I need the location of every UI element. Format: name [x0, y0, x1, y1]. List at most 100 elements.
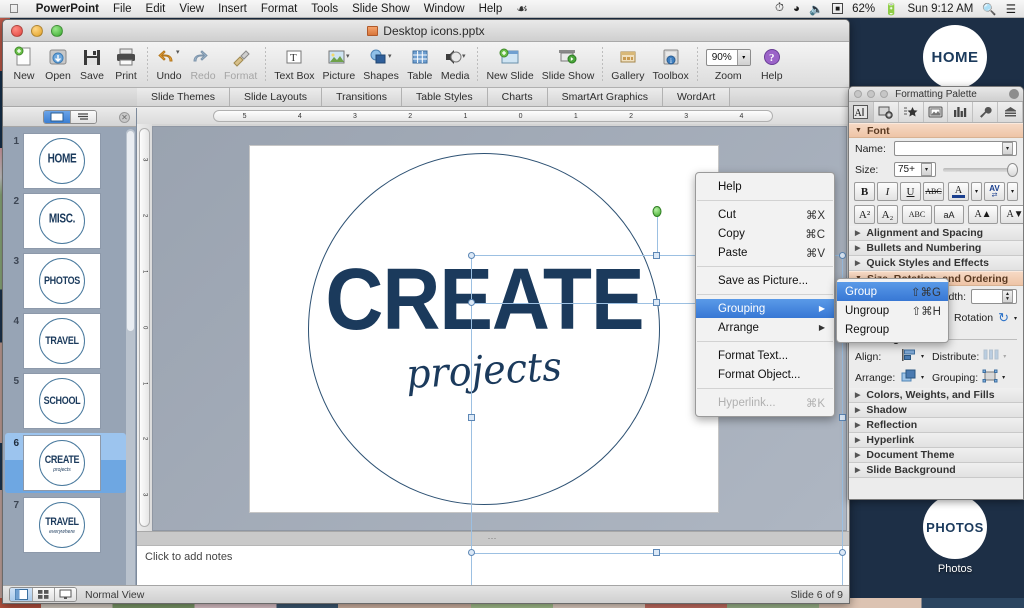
toolbar-new-button[interactable]: New — [7, 45, 41, 82]
font-size-input[interactable]: 75+ ▾ — [894, 162, 936, 177]
context-menu-item-grouping[interactable]: Grouping ▶ — [696, 299, 834, 318]
document-palette-icon[interactable] — [998, 102, 1023, 122]
toolbar-shapes-button[interactable]: ▾ Shapes — [359, 45, 403, 82]
font-name-input[interactable]: ▾ — [894, 141, 1017, 156]
thumbnail-slide[interactable]: TRAVEL — [23, 313, 101, 369]
selection-handle-top-right[interactable] — [839, 252, 846, 259]
thumbnail-row-5[interactable]: 5 SCHOOL — [3, 373, 136, 429]
context-menu-item-format-object[interactable]: Format Object... — [696, 365, 834, 384]
font-size-slider-thumb[interactable] — [1007, 162, 1018, 177]
context-menu-item-help[interactable]: Help — [696, 177, 834, 196]
rotation-dropdown-icon[interactable]: ▾ — [1014, 315, 1017, 322]
context-menu-item-paste[interactable]: Paste ⌘V — [696, 243, 834, 262]
thumbnail-row-4[interactable]: 4 TRAVEL — [3, 313, 136, 369]
rotation-icon[interactable]: ↻ — [998, 310, 1009, 326]
thumbnail-row-3[interactable]: 3 PHOTOS — [3, 253, 136, 309]
context-menu-item-format-text[interactable]: Format Text... — [696, 346, 834, 365]
chevron-down-icon[interactable]: ▾ — [1002, 142, 1013, 155]
media-palette-icon[interactable] — [924, 102, 949, 122]
align-icon[interactable] — [901, 348, 917, 365]
font-color-button[interactable]: A — [948, 182, 969, 201]
palette-section-reflection[interactable]: ▶ Reflection — [849, 418, 1023, 433]
arrange-icon[interactable] — [901, 369, 917, 386]
thumbnail-row-1[interactable]: 1 HOME — [3, 133, 136, 189]
thumbnail-slide[interactable]: CREATE projects — [23, 435, 101, 491]
toolbar-media-button[interactable]: ▾ Media — [437, 45, 474, 82]
palette-section-colors-weights-and-fills[interactable]: ▶ Colors, Weights, and Fills — [849, 388, 1023, 403]
desktop-icon-photos[interactable]: PHOTOS Photos — [900, 495, 1010, 575]
presenter-view-icon[interactable] — [54, 588, 76, 601]
thumbnail-scrollbar[interactable] — [126, 129, 135, 601]
context-menu-item-copy[interactable]: Copy ⌘C — [696, 224, 834, 243]
toolbar-text-box-button[interactable]: T Text Box — [270, 45, 318, 82]
charts-palette-icon[interactable] — [948, 102, 974, 122]
width-input[interactable]: ▲ ▼ — [971, 289, 1017, 304]
palette-section-slide-background[interactable]: ▶ Slide Background — [849, 463, 1023, 478]
quick-styles-icon[interactable] — [899, 102, 924, 122]
tab-wordart[interactable]: WordArt — [662, 88, 731, 106]
toolbar-help-button[interactable]: ? Help — [755, 45, 789, 82]
thumbnail-scrollbar-thumb[interactable] — [127, 131, 134, 331]
decrease-font-size-button[interactable]: A▼ — [1000, 205, 1023, 224]
superscript-button[interactable]: A² — [854, 205, 875, 224]
toolbar-zoom-control[interactable]: 90% ▾ Zoom — [702, 45, 755, 82]
menu-view[interactable]: View — [172, 3, 211, 15]
grouping-icon[interactable] — [982, 369, 998, 386]
slides-view-icon[interactable] — [43, 111, 70, 123]
minimize-window-button[interactable] — [31, 24, 43, 37]
tab-slide-layouts[interactable]: Slide Layouts — [230, 88, 323, 106]
toolbar-gallery-button[interactable]: Gallery — [607, 45, 648, 82]
input-source-icon[interactable]: ■ — [832, 3, 844, 14]
toolbar-print-button[interactable]: Print — [109, 45, 143, 82]
thumbnail-row-6-selected[interactable]: 6 CREATE projects — [5, 433, 126, 493]
grouping-submenu[interactable]: Group ⇧⌘G Ungroup ⇧⌘H Regroup — [836, 278, 949, 343]
italic-button[interactable]: I — [877, 182, 898, 201]
outline-view-icon[interactable] — [69, 111, 96, 123]
increase-font-size-button[interactable]: A▲ — [968, 205, 998, 224]
context-menu-item-arrange[interactable]: Arrange ▶ — [696, 318, 834, 337]
tools-palette-icon[interactable] — [973, 102, 999, 122]
toolbar-slide-show-button[interactable]: Slide Show — [538, 45, 599, 82]
palette-section-shadow[interactable]: ▶ Shadow — [849, 403, 1023, 418]
character-spacing-button[interactable]: AV ⇄ — [984, 182, 1005, 201]
close-window-button[interactable] — [11, 24, 23, 37]
submenu-item-regroup[interactable]: Regroup — [837, 320, 948, 339]
context-menu[interactable]: Help Cut ⌘X Copy ⌘C Paste ⌘V Save as Pic… — [695, 172, 835, 417]
toolbar-table-button[interactable]: Table — [403, 45, 437, 82]
arrange-dropdown-icon[interactable]: ▾ — [921, 374, 924, 381]
battery-icon[interactable]: 🔋 — [884, 2, 898, 16]
strikethrough-button[interactable]: ABC — [923, 182, 944, 201]
change-case-button[interactable]: aA — [934, 205, 964, 224]
close-pane-icon[interactable]: ✕ — [119, 111, 130, 123]
tab-smartart-graphics[interactable]: SmartArt Graphics — [547, 88, 663, 106]
wifi-icon[interactable]: ◕ — [793, 3, 800, 15]
palette-section-quick-styles-and-effects[interactable]: ▶ Quick Styles and Effects — [849, 256, 1023, 271]
toolbar-open-button[interactable]: Open — [41, 45, 75, 82]
time-machine-icon[interactable]: ⏱ — [775, 2, 784, 15]
desktop-icon-home[interactable]: HOME — [900, 25, 1010, 93]
menu-file[interactable]: File — [106, 3, 139, 15]
palette-section-alignment-and-spacing[interactable]: ▶ Alignment and Spacing — [849, 226, 1023, 241]
font-palette-icon[interactable]: A — [849, 102, 874, 122]
current-slide[interactable]: CREATE projects — [249, 145, 719, 513]
zoom-window-button[interactable] — [51, 24, 63, 37]
bold-button[interactable]: B — [854, 182, 875, 201]
palette-section-bullets-and-numbering[interactable]: ▶ Bullets and Numbering — [849, 241, 1023, 256]
view-switcher[interactable] — [9, 587, 77, 602]
tab-slide-themes[interactable]: Slide Themes — [137, 88, 231, 106]
thumbnail-slide[interactable]: PHOTOS — [23, 253, 101, 309]
font-color-dropdown-icon[interactable]: ▾ — [971, 182, 982, 201]
context-menu-item-save-as-picture[interactable]: Save as Picture... — [696, 271, 834, 290]
palette-tab-bar[interactable]: A — [849, 102, 1023, 123]
menu-tools[interactable]: Tools — [304, 3, 345, 15]
zoom-dropdown-arrow-icon[interactable]: ▾ — [736, 49, 750, 65]
spotlight-search-icon[interactable]: 🔍 — [982, 2, 996, 16]
menu-help[interactable]: Help — [472, 3, 510, 15]
thumbnail-row-2[interactable]: 2 MISC. — [3, 193, 136, 249]
menu-format[interactable]: Format — [254, 3, 304, 15]
palette-section-document-theme[interactable]: ▶ Document Theme — [849, 448, 1023, 463]
submenu-item-group[interactable]: Group ⇧⌘G — [837, 282, 948, 301]
font-size-slider[interactable] — [943, 162, 1018, 177]
volume-icon[interactable]: 🔈 — [809, 2, 823, 16]
thumbnail-slide[interactable]: TRAVEL everywhere — [23, 497, 101, 553]
